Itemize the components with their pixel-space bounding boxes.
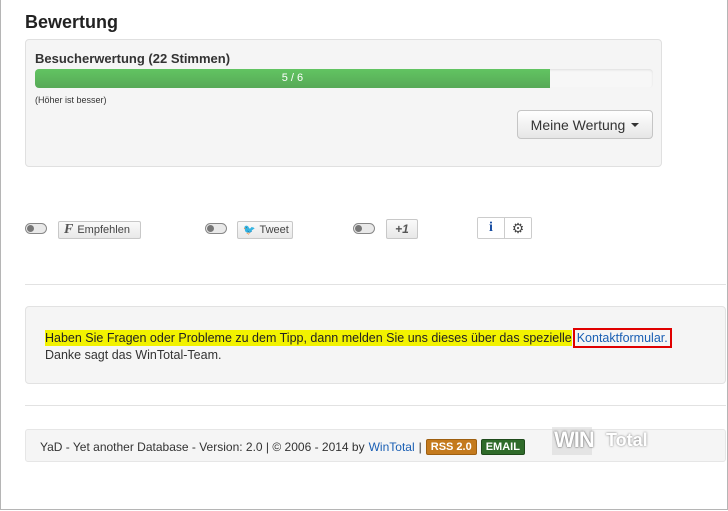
my-rating-button[interactable]: Meine Wertung: [517, 110, 653, 139]
info-icon[interactable]: i: [478, 218, 505, 238]
gplus-toggle[interactable]: [353, 223, 375, 234]
twitter-bird-icon: 🐦: [243, 224, 256, 236]
notice-panel: Haben Sie Fragen oder Probleme zu dem Ti…: [25, 306, 726, 384]
rating-progress-fill: 5 / 6: [35, 69, 550, 88]
rating-panel: Besucherwertung (22 Stimmen) 5 / 6 (Höhe…: [25, 39, 662, 167]
facebook-icon: F: [64, 222, 74, 237]
rating-label: Besucherwertung (22 Stimmen): [35, 51, 231, 66]
footer-separator: |: [418, 440, 422, 454]
wintotal-logo: WIN Total: [552, 421, 662, 461]
tweet-button[interactable]: 🐦 Tweet: [237, 221, 293, 239]
logo-text-total: Total: [606, 430, 648, 450]
my-rating-label: Meine Wertung: [530, 116, 626, 133]
rating-hint: (Höher ist besser): [35, 95, 107, 105]
footer-text: YaD - Yet another Database - Version: 2.…: [40, 440, 365, 454]
rss-badge[interactable]: RSS 2.0: [425, 439, 477, 455]
share-options-group: i ⚙: [477, 217, 532, 239]
gear-icon[interactable]: ⚙: [505, 218, 531, 238]
footer-line: YaD - Yet another Database - Version: 2.…: [40, 439, 525, 455]
section-title: Bewertung: [25, 12, 119, 32]
wintotal-link[interactable]: WinTotal: [369, 440, 415, 454]
divider: [25, 405, 726, 406]
facebook-toggle[interactable]: [25, 223, 47, 234]
rating-progress-bar: 5 / 6: [35, 69, 653, 88]
email-badge[interactable]: EMAIL: [480, 439, 525, 455]
notice-text: Haben Sie Fragen oder Probleme zu dem Ti…: [45, 330, 572, 346]
divider: [25, 284, 726, 285]
logo-text-win: WIN: [554, 427, 595, 452]
gplus-button[interactable]: +1: [386, 219, 418, 239]
notice-line: Haben Sie Fragen oder Probleme zu dem Ti…: [45, 328, 672, 348]
twitter-toggle[interactable]: [205, 223, 227, 234]
gplus-label: +1: [395, 222, 409, 236]
facebook-recommend-button[interactable]: F Empfehlen: [58, 221, 141, 239]
notice-thanks: Danke sagt das WinTotal-Team.: [45, 348, 222, 362]
tweet-label: Tweet: [259, 224, 289, 236]
facebook-label: Empfehlen: [77, 224, 130, 236]
contact-form-link[interactable]: Kontaktformular.: [572, 328, 672, 348]
caret-down-icon: [631, 122, 640, 127]
